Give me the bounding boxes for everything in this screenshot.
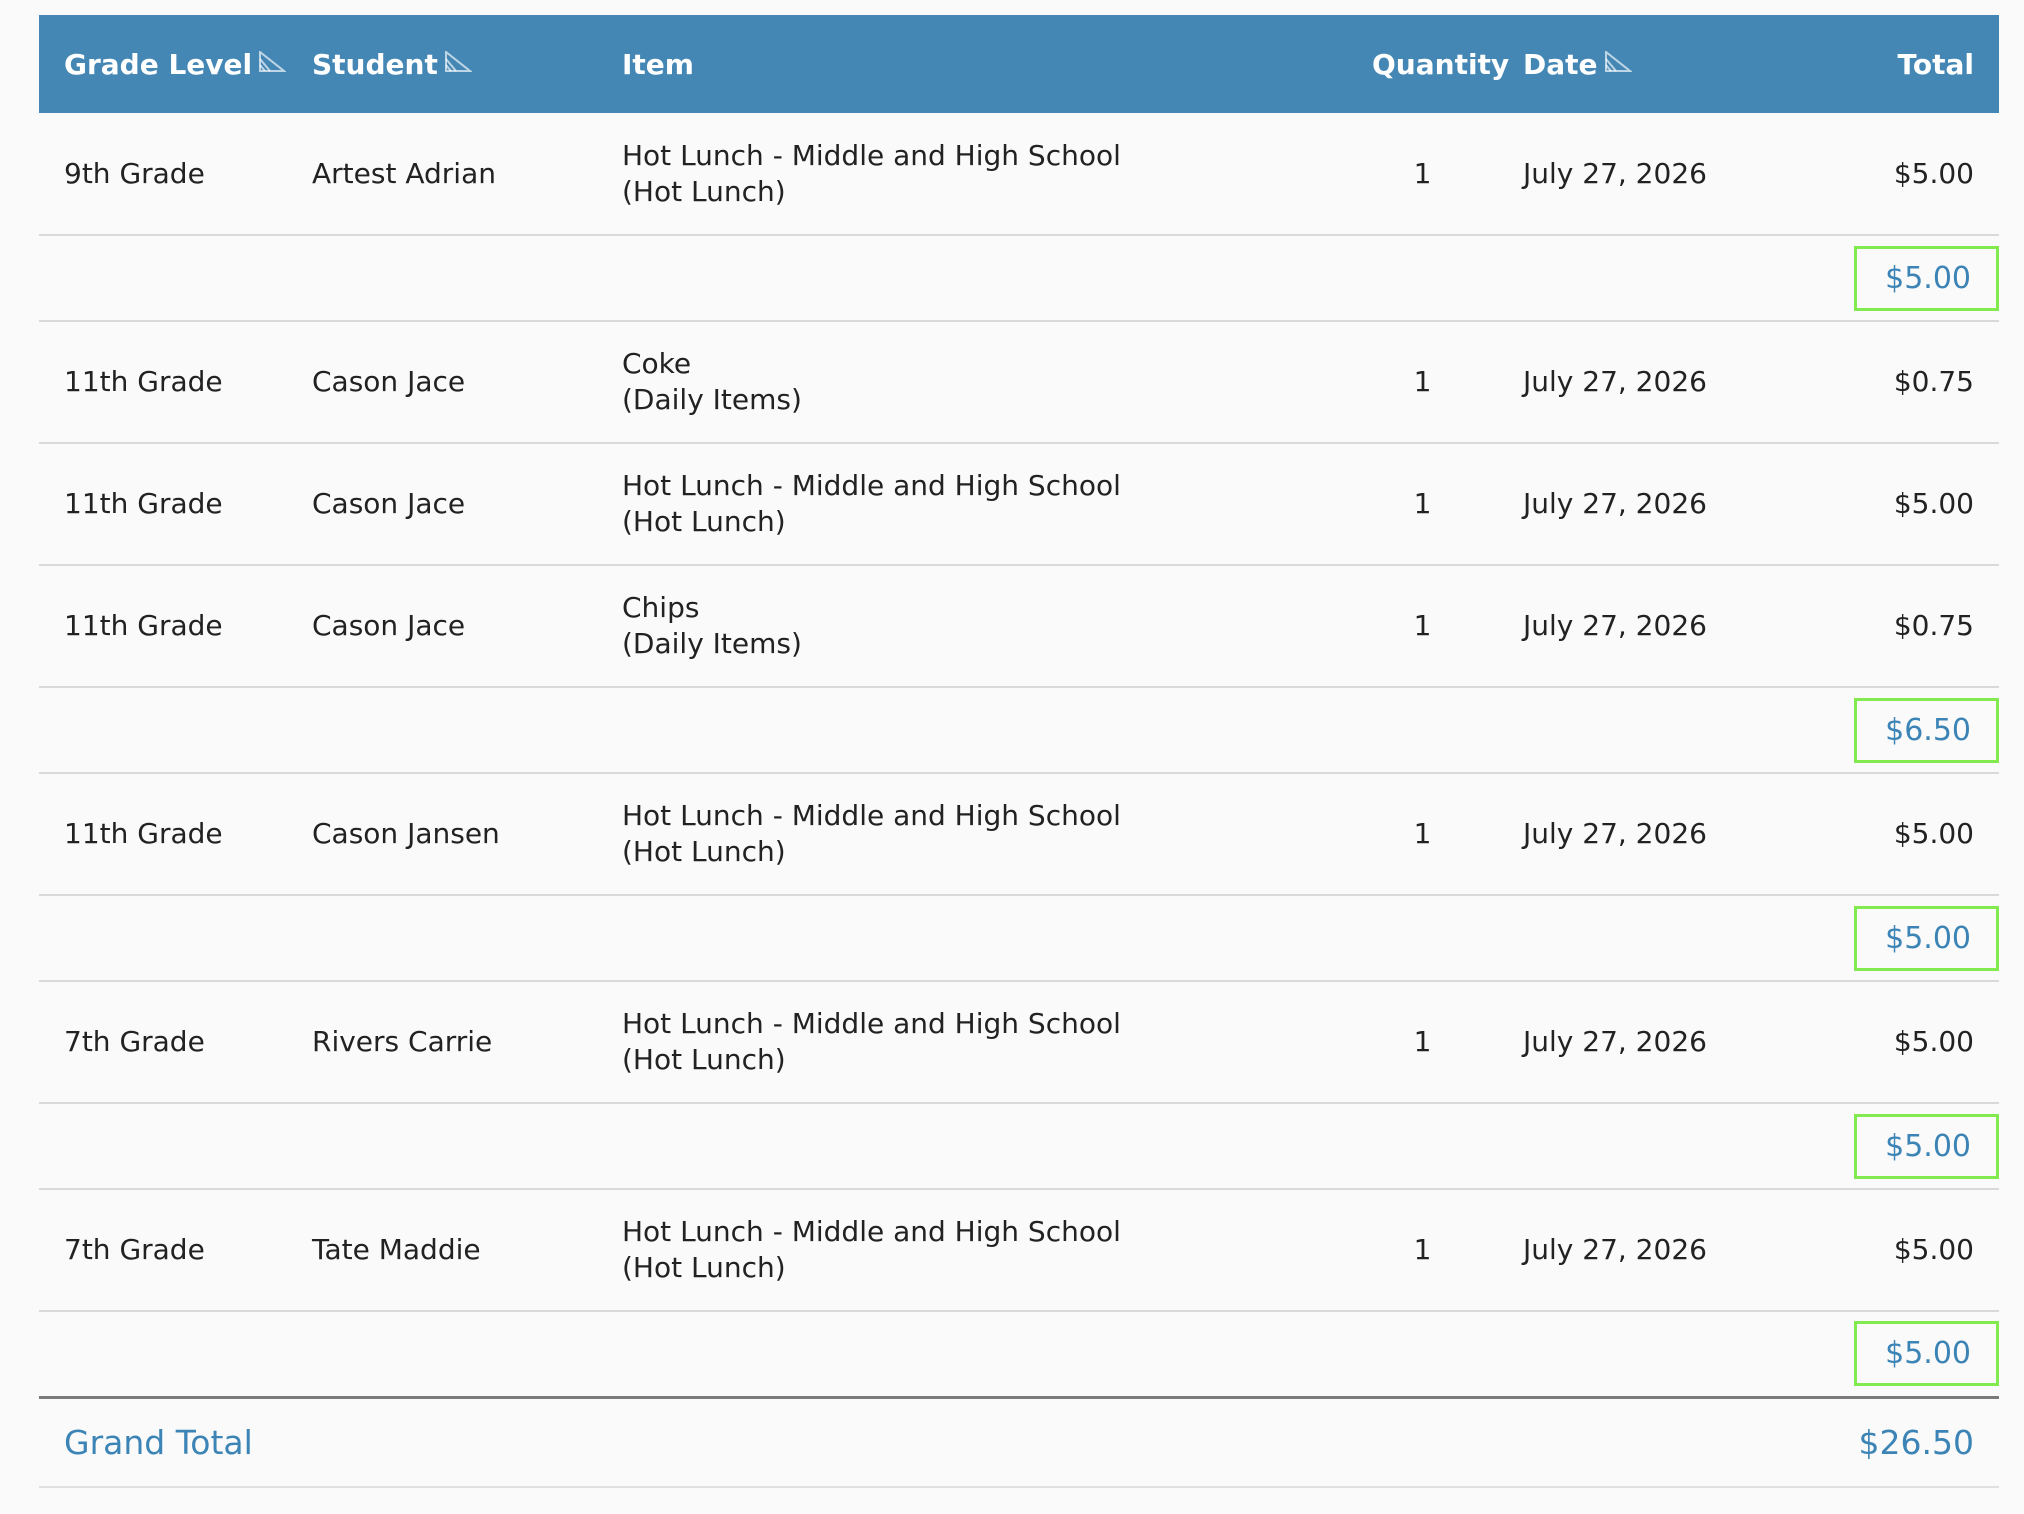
header-total: Total xyxy=(1897,47,1975,81)
header-grade-level[interactable]: Grade Level xyxy=(39,15,287,113)
cell-total: $5.00 xyxy=(1893,487,1974,520)
grand-total-amount: $26.50 xyxy=(1858,1422,1974,1462)
cell-quantity: 1 xyxy=(1413,1233,1432,1266)
cell-student: Cason Jace xyxy=(312,365,466,398)
item-name: Hot Lunch - Middle and High School xyxy=(622,1007,1121,1040)
subtotal-row: $6.50 xyxy=(39,687,1999,773)
cell-date: July 27, 2026 xyxy=(1523,1233,1707,1266)
item-name: Coke xyxy=(622,347,692,380)
header-date-label: Date xyxy=(1523,47,1598,81)
cell-item: Hot Lunch - Middle and High School (Hot L… xyxy=(597,773,1347,895)
cell-date: July 27, 2026 xyxy=(1523,156,1707,190)
cell-date: July 27, 2026 xyxy=(1523,609,1707,642)
cell-grade: 7th Grade xyxy=(64,1025,205,1058)
grand-total-row: Grand Total $26.50 xyxy=(39,1397,1999,1487)
subtotal-amount: $5.00 xyxy=(1854,1113,1999,1179)
cell-item: Coke (Daily Items) xyxy=(597,321,1347,443)
table-header-row: Grade Level Student Item Quantity Date T… xyxy=(39,15,1999,113)
cell-student: Cason Jace xyxy=(312,487,466,520)
cell-grade: 11th Grade xyxy=(64,817,223,850)
table-row: 11th Grade Cason Jace Coke (Daily Items) … xyxy=(39,321,1999,443)
cell-date: July 27, 2026 xyxy=(1523,365,1707,398)
cell-item: Hot Lunch - Middle and High School (Hot L… xyxy=(597,981,1347,1103)
subtotal-row: $5.00 xyxy=(39,1311,1999,1397)
cell-student: Artest Adrian xyxy=(312,156,496,190)
subtotal-amount: $6.50 xyxy=(1854,697,1999,763)
subtotal-row: $5.00 xyxy=(39,895,1999,981)
cell-grade: 7th Grade xyxy=(64,1233,205,1266)
cell-total: $5.00 xyxy=(1893,1233,1974,1266)
cell-quantity: 1 xyxy=(1413,156,1432,190)
item-category: (Hot Lunch) xyxy=(622,174,786,208)
table-row: 7th Grade Rivers Carrie Hot Lunch - Midd… xyxy=(39,981,1999,1103)
subtotal-amount: $5.00 xyxy=(1854,905,1999,971)
cell-total: $0.75 xyxy=(1893,609,1974,642)
table-row: 11th Grade Cason Jansen Hot Lunch - Midd… xyxy=(39,773,1999,895)
cell-student: Tate Maddie xyxy=(312,1233,481,1266)
table-row: 11th Grade Cason Jace Hot Lunch - Middle… xyxy=(39,443,1999,565)
item-category: (Hot Lunch) xyxy=(622,1251,786,1284)
cell-grade: 11th Grade xyxy=(64,609,223,642)
cell-student: Cason Jace xyxy=(312,609,466,642)
item-name: Chips xyxy=(622,591,700,624)
header-grade-level-label: Grade Level xyxy=(64,47,253,81)
subtotal-row: $5.00 xyxy=(39,235,1999,321)
grand-total-label: Grand Total xyxy=(64,1422,253,1462)
item-category: (Hot Lunch) xyxy=(622,1043,786,1076)
cell-quantity: 1 xyxy=(1413,365,1432,398)
cell-total: $5.00 xyxy=(1893,817,1974,850)
table-row: 9th Grade Artest Adrian Hot Lunch - Midd… xyxy=(39,113,1999,235)
header-quantity: Quantity xyxy=(1372,47,1510,81)
header-student-label: Student xyxy=(312,47,438,81)
sort-icon[interactable] xyxy=(444,50,472,73)
cell-total: $0.75 xyxy=(1893,365,1974,398)
cell-item: Hot Lunch - Middle and High School (Hot L… xyxy=(597,1189,1347,1311)
table-row: 11th Grade Cason Jace Chips (Daily Items)… xyxy=(39,565,1999,687)
cell-date: July 27, 2026 xyxy=(1523,1025,1707,1058)
cell-grade: 11th Grade xyxy=(64,487,223,520)
cell-quantity: 1 xyxy=(1413,817,1432,850)
sales-report-table: Grade Level Student Item Quantity Date T… xyxy=(39,15,1999,1488)
table-row: 7th Grade Tate Maddie Hot Lunch - Middle… xyxy=(39,1189,1999,1311)
cell-grade: 9th Grade xyxy=(64,156,205,190)
sort-icon[interactable] xyxy=(258,50,287,73)
item-name: Hot Lunch - Middle and High School xyxy=(622,138,1121,172)
sort-icon[interactable] xyxy=(1604,50,1632,73)
subtotal-row: $5.00 xyxy=(39,1103,1999,1189)
item-category: (Hot Lunch) xyxy=(622,505,786,538)
cell-total: $5.00 xyxy=(1893,1025,1974,1058)
cell-item: Hot Lunch - Middle and High School (Hot L… xyxy=(597,443,1347,565)
cell-student: Cason Jansen xyxy=(312,817,500,850)
subtotal-amount: $5.00 xyxy=(1854,1321,1999,1387)
cell-date: July 27, 2026 xyxy=(1523,487,1707,520)
cell-total: $5.00 xyxy=(1893,156,1974,190)
cell-student: Rivers Carrie xyxy=(312,1025,493,1058)
cell-date: July 27, 2026 xyxy=(1523,817,1707,850)
item-category: (Daily Items) xyxy=(622,383,802,416)
cell-quantity: 1 xyxy=(1413,487,1432,520)
item-name: Hot Lunch - Middle and High School xyxy=(622,799,1121,832)
header-date[interactable]: Date xyxy=(1498,15,1799,113)
item-category: (Daily Items) xyxy=(622,627,802,660)
subtotal-amount: $5.00 xyxy=(1854,245,1999,311)
cell-grade: 11th Grade xyxy=(64,365,223,398)
header-student[interactable]: Student xyxy=(287,15,597,113)
cell-quantity: 1 xyxy=(1413,1025,1432,1058)
header-item: Item xyxy=(622,47,694,81)
item-category: (Hot Lunch) xyxy=(622,835,786,868)
cell-item: Hot Lunch - Middle and High School (Hot L… xyxy=(597,113,1347,235)
item-name: Hot Lunch - Middle and High School xyxy=(622,1215,1121,1248)
cell-quantity: 1 xyxy=(1413,609,1432,642)
item-name: Hot Lunch - Middle and High School xyxy=(622,469,1121,502)
cell-item: Chips (Daily Items) xyxy=(597,565,1347,687)
